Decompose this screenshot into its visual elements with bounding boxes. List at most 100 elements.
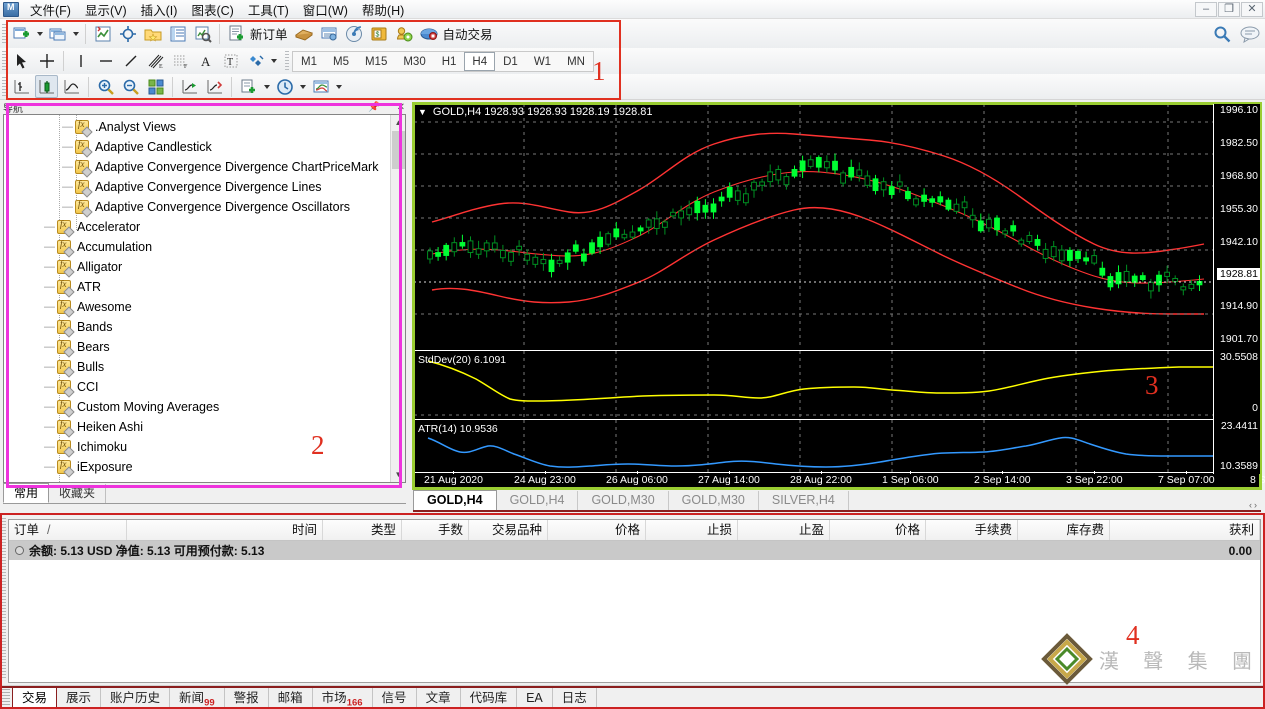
line-chart-icon[interactable] (60, 75, 83, 98)
settings-icon[interactable] (393, 22, 416, 45)
terminal-tab-7[interactable]: 信号 (373, 688, 417, 709)
search-icon[interactable] (1210, 22, 1233, 45)
stddev-pane[interactable]: StdDev(20) 6.1091 (414, 350, 1214, 418)
pin-icon[interactable]: 📌 (368, 102, 380, 113)
terminal-tab-1[interactable]: 展示 (57, 688, 102, 709)
text-icon[interactable]: A (194, 50, 217, 73)
scroll-thumb[interactable] (392, 131, 405, 169)
templates-icon[interactable] (309, 75, 332, 98)
terminal-tab-0[interactable]: 交易 (12, 686, 58, 709)
chart-tab-next-icon[interactable]: › (1254, 500, 1257, 510)
chart-shift-icon[interactable] (203, 75, 226, 98)
autotrade-label[interactable]: 自动交易 (442, 24, 497, 43)
indicators-dropdown-icon[interactable] (261, 75, 272, 98)
timeframe-mn[interactable]: MN (559, 52, 593, 71)
navigator-item[interactable]: — .Analyst Views (4, 117, 392, 137)
shapes-icon[interactable] (244, 50, 267, 73)
close-button[interactable]: ✕ (1241, 2, 1263, 17)
chart-window[interactable]: ▼ GOLD,H4 1928.93 1928.93 1928.19 1928.8… (413, 103, 1265, 488)
new-chart-dropdown-icon[interactable] (34, 22, 45, 45)
navigator-item[interactable]: — CCI (4, 377, 392, 397)
account-balance-row[interactable]: 余额: 5.13 USD 净值: 5.13 可用预付款: 5.13 0.00 (9, 541, 1260, 560)
atr-pane[interactable]: ATR(14) 10.9536 (414, 419, 1214, 474)
strategy-tester-icon[interactable] (191, 22, 214, 45)
chart-profile-icon[interactable] (91, 22, 114, 45)
timeframe-m1[interactable]: M1 (293, 52, 325, 71)
timeframe-m5[interactable]: M5 (325, 52, 357, 71)
navigator-tab-favorites[interactable]: 收藏夹 (49, 484, 107, 503)
signals-icon[interactable] (343, 22, 366, 45)
tile-windows-icon[interactable] (46, 22, 69, 45)
menu-tools[interactable]: 工具(T) (241, 0, 296, 21)
menu-charts[interactable]: 图表(C) (184, 0, 240, 21)
toolbar-grip-3[interactable] (2, 76, 6, 97)
bar-chart-icon[interactable] (10, 75, 33, 98)
terminal-tab-9[interactable]: 代码库 (461, 688, 518, 709)
scroll-down-arrow-icon[interactable]: ▼ (391, 467, 405, 482)
crosshair-icon[interactable] (116, 22, 139, 45)
table-column-header[interactable]: 价格 (830, 520, 926, 540)
navigator-item[interactable]: — Bulls (4, 357, 392, 377)
expand-icon[interactable] (15, 546, 24, 555)
terminal-tab-2[interactable]: 账户历史 (101, 688, 171, 709)
trend-line-icon[interactable] (119, 50, 142, 73)
auto-scroll-icon[interactable] (178, 75, 201, 98)
time-axis[interactable]: 21 Aug 2020 24 Aug 23:00 26 Aug 06:00 27 Au… (414, 471, 1265, 487)
period-dropdown-icon[interactable] (297, 75, 308, 98)
minimize-button[interactable]: – (1195, 2, 1217, 17)
cursor-icon[interactable] (10, 50, 33, 73)
navigator-item[interactable]: — Custom Moving Averages (4, 397, 392, 417)
indicators-icon[interactable] (237, 75, 260, 98)
menu-insert[interactable]: 插入(I) (134, 0, 185, 21)
close-icon[interactable]: ✕ (397, 102, 405, 113)
menu-file[interactable]: 文件(F) (23, 0, 78, 21)
zoom-in-icon[interactable] (94, 75, 117, 98)
new-order-icon[interactable] (225, 22, 248, 45)
navigator-tab-common[interactable]: 常用 (3, 483, 50, 503)
terminal-tab-8[interactable]: 文章 (417, 688, 461, 709)
timeframe-d1[interactable]: D1 (495, 52, 526, 71)
price-axis[interactable]: 1996.10 1982.50 1968.90 1955.30 1942.10 … (1213, 104, 1260, 474)
chart-tab-gold-m30-2[interactable]: GOLD,M30 (669, 491, 759, 510)
vertical-line-icon[interactable] (69, 50, 92, 73)
terminal-tabs-grip[interactable] (2, 689, 10, 707)
chart-tab-gold-h4-active[interactable]: GOLD,H4 (413, 490, 497, 510)
terminal-tab-11[interactable]: 日志 (553, 688, 597, 709)
horizontal-line-icon[interactable] (94, 50, 117, 73)
navigator-item[interactable]: — Awesome (4, 297, 392, 317)
timeframe-w1[interactable]: W1 (526, 52, 559, 71)
navigator-item[interactable]: — Adaptive Convergence Divergence Oscilla… (4, 197, 392, 217)
table-column-header[interactable]: 价格 (548, 520, 646, 540)
terminal-tab-6[interactable]: 市场166 (313, 688, 373, 709)
chart-menu-triangle-icon[interactable]: ▼ (418, 107, 427, 117)
price-pane[interactable] (414, 104, 1214, 349)
terminal-icon[interactable] (318, 22, 341, 45)
scroll-up-arrow-icon[interactable]: ▲ (391, 115, 405, 130)
navigator-item[interactable]: — ATR (4, 277, 392, 297)
table-column-header[interactable]: 手续费 (926, 520, 1018, 540)
autotrade-icon[interactable] (418, 22, 441, 45)
navigator-item[interactable]: — Adaptive Convergence Divergence ChartPr… (4, 157, 392, 177)
history-icon[interactable] (293, 22, 316, 45)
table-column-header[interactable]: 类型 (323, 520, 402, 540)
tile-icon[interactable] (144, 75, 167, 98)
table-column-header[interactable]: 止盈 (738, 520, 830, 540)
navigator-item[interactable]: — Adaptive Convergence Divergence Lines (4, 177, 392, 197)
templates-dropdown-icon[interactable] (333, 75, 344, 98)
timeframe-h4[interactable]: H4 (464, 51, 496, 71)
navigator-item[interactable]: — Adaptive Candlestick (4, 137, 392, 157)
toolbar-grip-2[interactable] (2, 51, 6, 71)
data-window-icon[interactable] (166, 22, 189, 45)
table-column-header[interactable]: 手数 (402, 520, 469, 540)
navigator-scrollbar[interactable]: ▲ ▼ (390, 115, 405, 482)
timeframe-m30[interactable]: M30 (395, 52, 433, 71)
terminal-grip[interactable] (1, 518, 6, 678)
open-folder-icon[interactable] (141, 22, 164, 45)
navigator-item[interactable]: — Alligator (4, 257, 392, 277)
timeframe-m15[interactable]: M15 (357, 52, 395, 71)
menu-view[interactable]: 显示(V) (78, 0, 134, 21)
toolbar-grip[interactable] (2, 23, 6, 44)
chat-icon[interactable] (1238, 22, 1261, 45)
new-order-label[interactable]: 新订单 (249, 24, 292, 43)
new-chart-icon[interactable] (10, 22, 33, 45)
